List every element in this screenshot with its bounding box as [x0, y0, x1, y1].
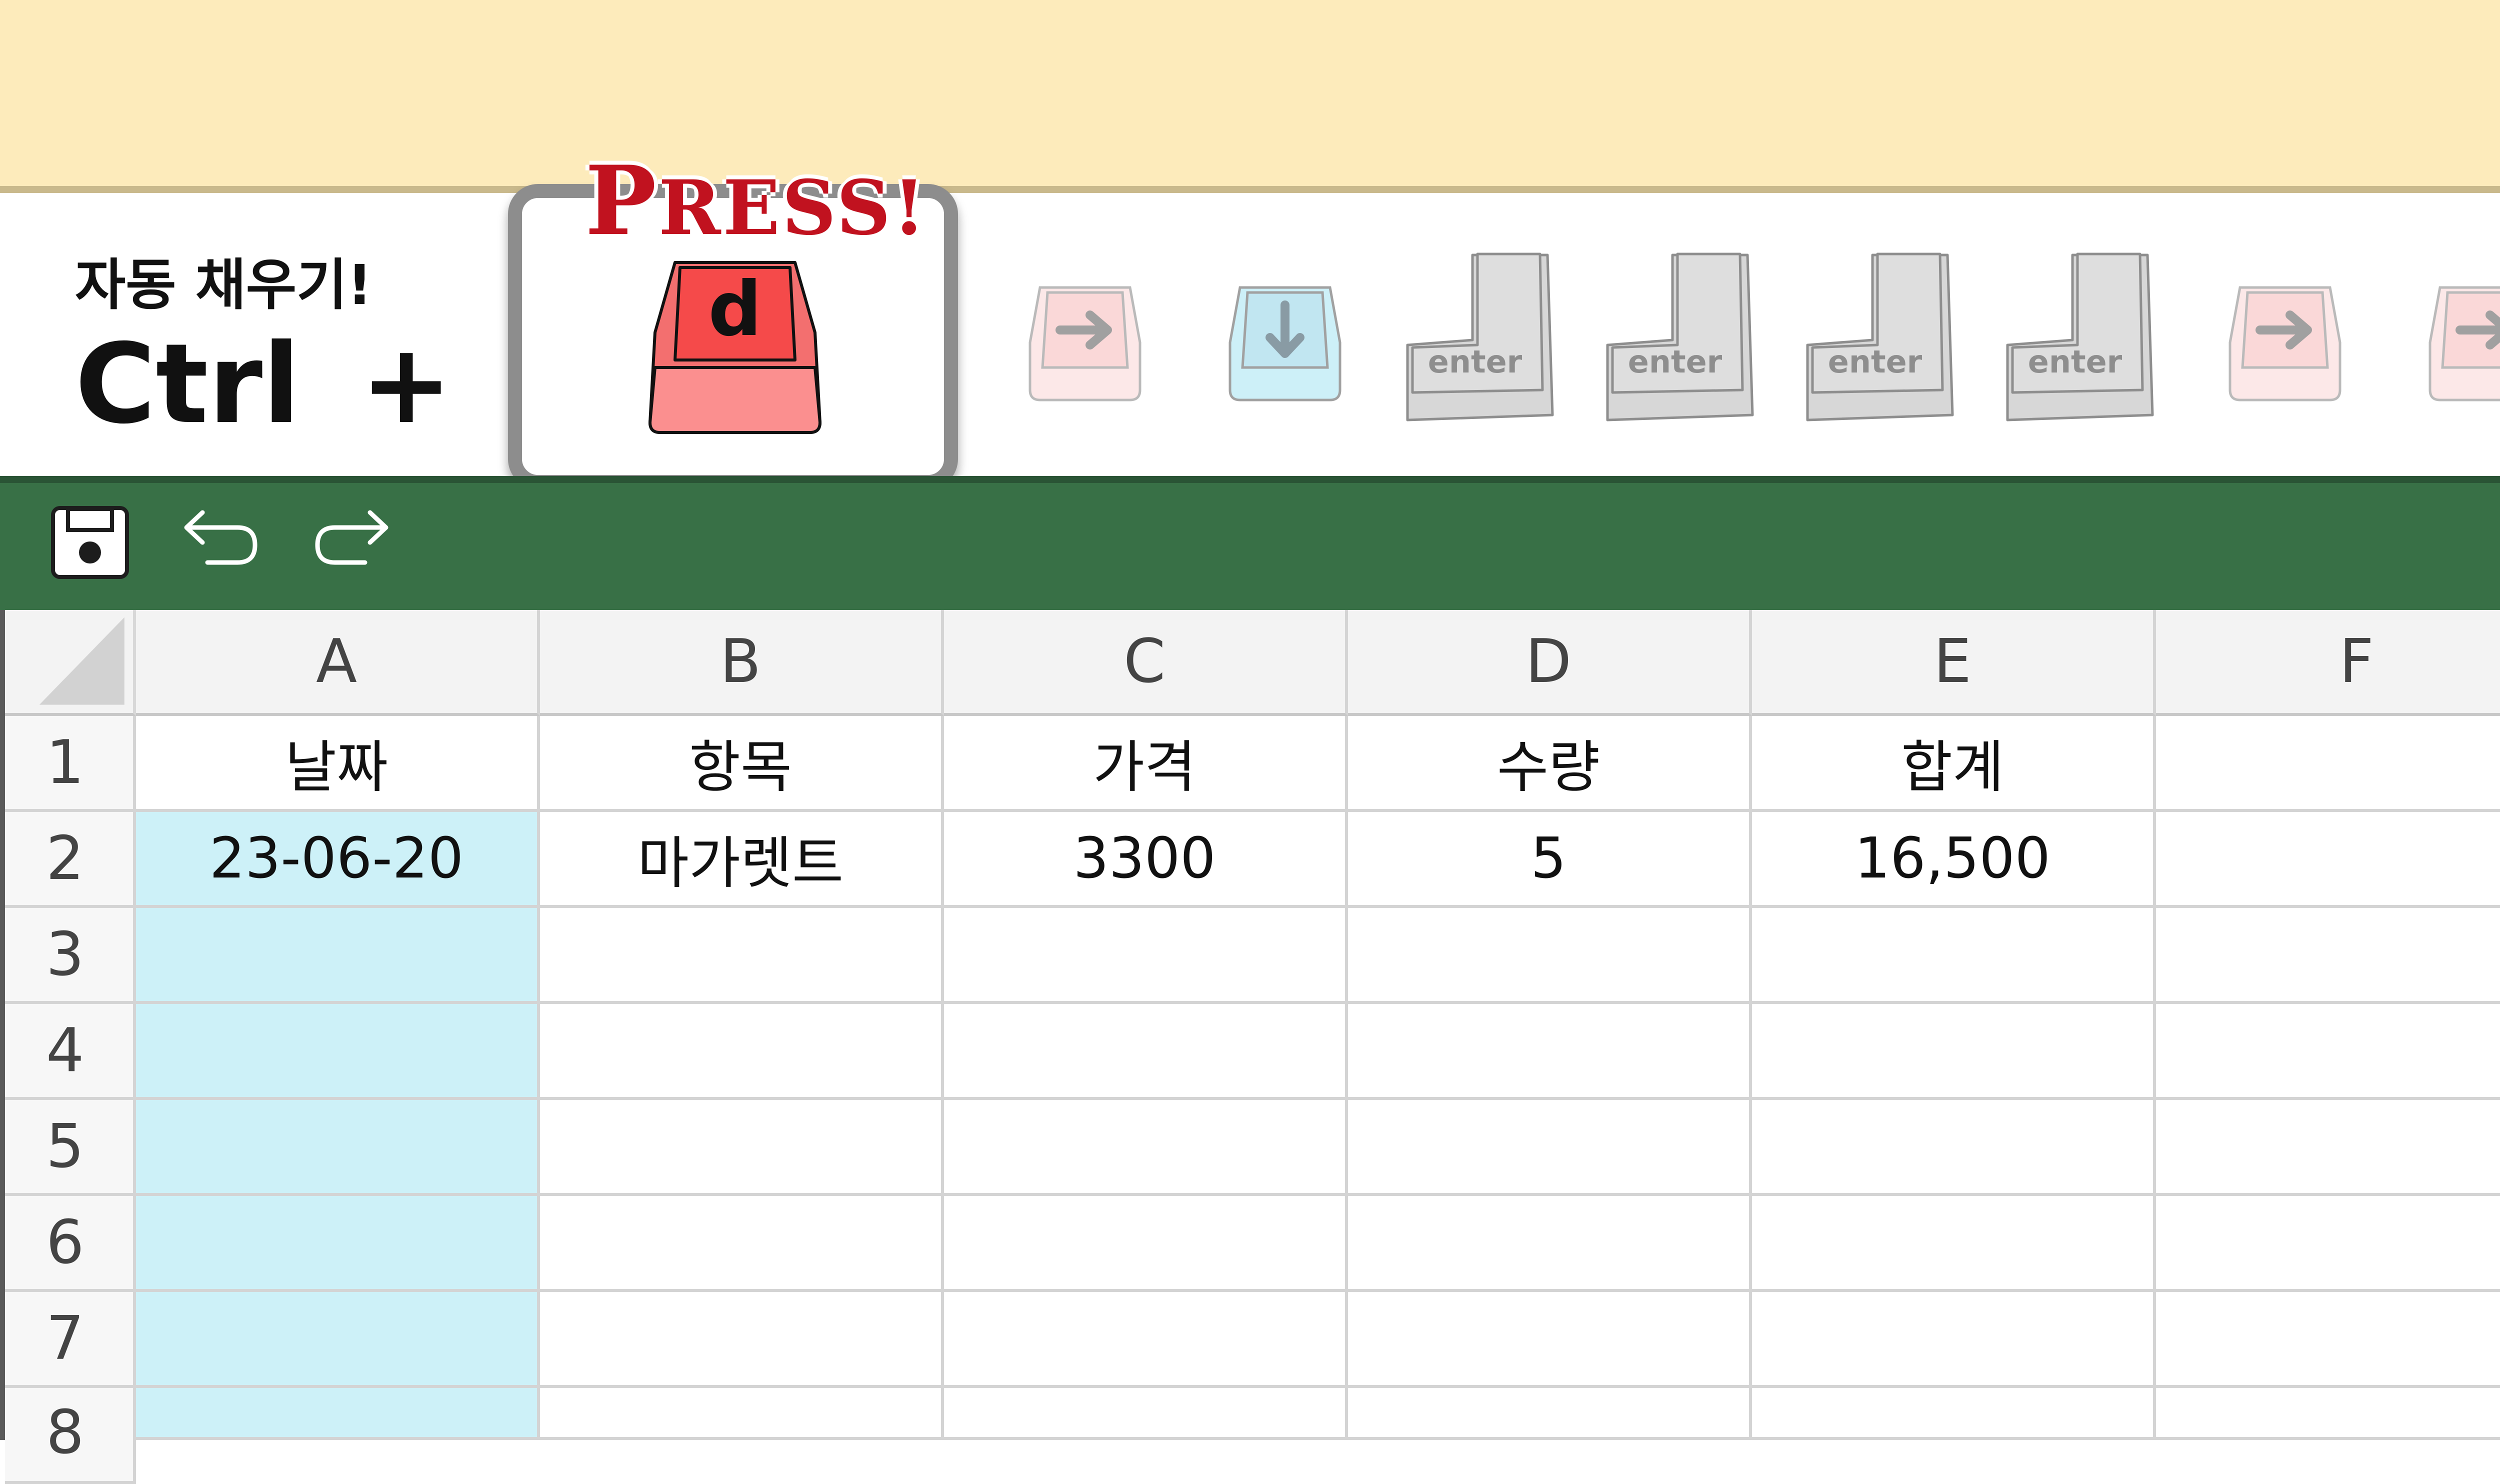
- undo-icon[interactable]: [178, 505, 262, 575]
- cell-c8[interactable]: [944, 1388, 1348, 1440]
- enter-key-icon: enter: [1606, 252, 1754, 422]
- cell-d1[interactable]: 수량: [1348, 716, 1752, 812]
- cell-c5[interactable]: [944, 1100, 1348, 1196]
- cell-f4[interactable]: [2156, 1004, 2500, 1100]
- arrow-right-key-icon: [2228, 286, 2342, 402]
- press-label: PRESS!: [585, 145, 928, 256]
- enter-key-label: enter: [1828, 344, 1922, 380]
- cell-f8[interactable]: [2156, 1388, 2500, 1440]
- cell-e8[interactable]: [1752, 1388, 2156, 1440]
- cell-b5[interactable]: [540, 1100, 944, 1196]
- press-label-first: P: [585, 145, 658, 256]
- cell-b2[interactable]: 마가렛트: [540, 812, 944, 908]
- cell-d5[interactable]: [1348, 1100, 1752, 1196]
- cell-f3[interactable]: [2156, 908, 2500, 1004]
- cell-f1[interactable]: [2156, 716, 2500, 812]
- row-header[interactable]: 6: [5, 1196, 136, 1292]
- cell-d4[interactable]: [1348, 1004, 1752, 1100]
- enter-key-label: enter: [1628, 344, 1722, 380]
- cell-b6[interactable]: [540, 1196, 944, 1292]
- enter-key-icon: enter: [2006, 252, 2154, 422]
- cell-d3[interactable]: [1348, 908, 1752, 1004]
- cell-b4[interactable]: [540, 1004, 944, 1100]
- row-header[interactable]: 2: [5, 812, 136, 908]
- cell-c3[interactable]: [944, 908, 1348, 1004]
- cell-d6[interactable]: [1348, 1196, 1752, 1292]
- cell-b1[interactable]: 항목: [540, 716, 944, 812]
- cell-a6[interactable]: [136, 1196, 540, 1292]
- cell-c1[interactable]: 가격: [944, 716, 1348, 812]
- cell-e7[interactable]: [1752, 1292, 2156, 1388]
- cell-a5[interactable]: [136, 1100, 540, 1196]
- row-header[interactable]: 4: [5, 1004, 136, 1100]
- column-header-c[interactable]: C: [944, 610, 1348, 716]
- column-header-e[interactable]: E: [1752, 610, 2156, 716]
- cell-a2[interactable]: 23-06-20: [136, 812, 540, 908]
- cell-e3[interactable]: [1752, 908, 2156, 1004]
- cell-c4[interactable]: [944, 1004, 1348, 1100]
- press-label-rest: RESS!: [658, 164, 928, 252]
- cell-f5[interactable]: [2156, 1100, 2500, 1196]
- plus-sign: +: [360, 320, 452, 448]
- column-header-a[interactable]: A: [136, 610, 540, 716]
- enter-key-icon: enter: [1406, 252, 1554, 422]
- cell-d2[interactable]: 5: [1348, 812, 1752, 908]
- enter-key-label: enter: [1428, 344, 1522, 380]
- cell-e5[interactable]: [1752, 1100, 2156, 1196]
- cell-e6[interactable]: [1752, 1196, 2156, 1292]
- cell-a3[interactable]: [136, 908, 540, 1004]
- cell-e4[interactable]: [1752, 1004, 2156, 1100]
- cell-c2[interactable]: 3300: [944, 812, 1348, 908]
- cell-a4[interactable]: [136, 1004, 540, 1100]
- cell-f7[interactable]: [2156, 1292, 2500, 1388]
- enter-key-icon: enter: [1806, 252, 1954, 422]
- row-header[interactable]: 3: [5, 908, 136, 1004]
- cell-d7[interactable]: [1348, 1292, 1752, 1388]
- redo-icon[interactable]: [310, 505, 395, 575]
- column-header-f[interactable]: F: [2156, 610, 2500, 716]
- row-header[interactable]: 8: [5, 1388, 136, 1484]
- instruction-title: 자동 채우기!: [75, 253, 372, 317]
- cell-a8[interactable]: [136, 1388, 540, 1440]
- enter-key-label: enter: [2028, 344, 2122, 380]
- cell-b3[interactable]: [540, 908, 944, 1004]
- row-header[interactable]: 1: [5, 716, 136, 812]
- cell-f6[interactable]: [2156, 1196, 2500, 1292]
- cell-e2[interactable]: 16,500: [1752, 812, 2156, 908]
- modifier-key-label: Ctrl: [75, 320, 300, 448]
- cell-f2[interactable]: [2156, 812, 2500, 908]
- save-icon[interactable]: [50, 505, 130, 580]
- cell-b7[interactable]: [540, 1292, 944, 1388]
- cell-c7[interactable]: [944, 1292, 1348, 1388]
- column-header-b[interactable]: B: [540, 610, 944, 716]
- cell-d8[interactable]: [1348, 1388, 1752, 1440]
- cell-a7[interactable]: [136, 1292, 540, 1388]
- cell-b8[interactable]: [540, 1388, 944, 1440]
- select-all-corner-icon[interactable]: [5, 610, 136, 716]
- arrow-down-key-icon: [1228, 286, 1342, 402]
- top-banner: [0, 0, 2500, 193]
- d-key-icon: d: [648, 261, 822, 434]
- cell-a1[interactable]: 날짜: [136, 716, 540, 812]
- row-header[interactable]: 5: [5, 1100, 136, 1196]
- arrow-right-key-icon: [2428, 286, 2500, 402]
- row-header[interactable]: 7: [5, 1292, 136, 1388]
- arrow-right-key-icon: [1028, 286, 1142, 402]
- shortcut-combo: Ctrl +: [75, 320, 452, 448]
- cell-e1[interactable]: 합계: [1752, 716, 2156, 812]
- column-header-d[interactable]: D: [1348, 610, 1752, 716]
- d-key-label: d: [708, 266, 762, 353]
- cell-c6[interactable]: [944, 1196, 1348, 1292]
